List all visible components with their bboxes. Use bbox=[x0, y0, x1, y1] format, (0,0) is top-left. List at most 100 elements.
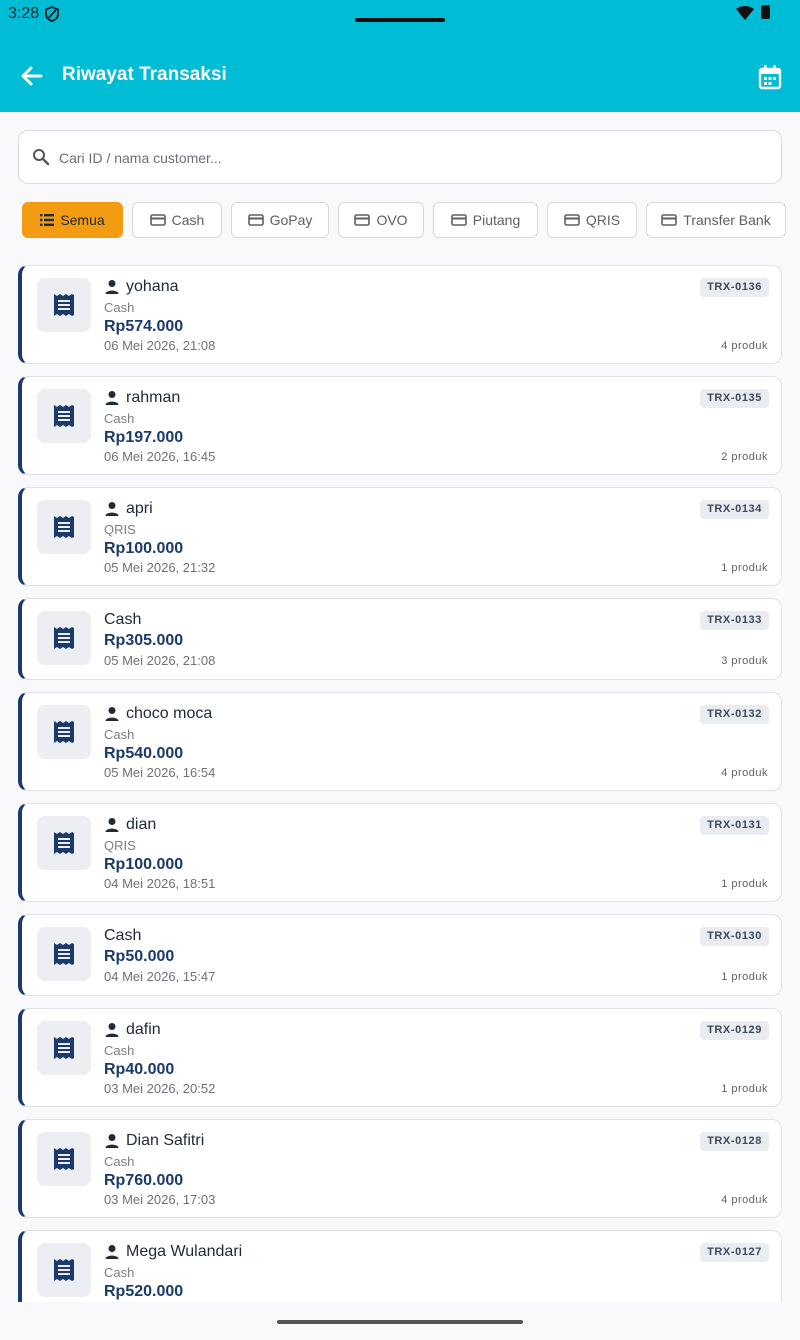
card-icon bbox=[247, 214, 264, 226]
search-input[interactable] bbox=[59, 143, 759, 173]
transaction-id-badge: TRX-0134 bbox=[700, 500, 769, 519]
person-icon bbox=[105, 818, 119, 832]
customer-name: dian bbox=[104, 816, 156, 834]
person-icon bbox=[105, 280, 119, 294]
receipt-icon bbox=[54, 832, 74, 854]
transaction-card[interactable]: Cash Rp50.000 04 Mei 2026, 15:47 TRX-013… bbox=[18, 914, 782, 996]
filter-chip-label: Piutang bbox=[472, 212, 521, 228]
card-icon bbox=[661, 214, 678, 226]
amount: Rp197.000 bbox=[104, 429, 184, 446]
receipt-thumb bbox=[37, 705, 91, 759]
transaction-card[interactable]: yohana Cash Rp574.000 06 Mei 2026, 21:08… bbox=[18, 265, 782, 364]
card-icon bbox=[564, 214, 580, 226]
customer-name: Dian Safitri bbox=[104, 1132, 204, 1150]
filter-chip-row: Semua Cash GoPay OVO Piutang QRIS Transf… bbox=[22, 202, 800, 238]
filter-chip-qris[interactable]: QRIS bbox=[547, 202, 637, 238]
person-icon bbox=[105, 1134, 119, 1148]
transaction-id-badge: TRX-0136 bbox=[700, 278, 769, 297]
customer-name: choco moca bbox=[104, 705, 212, 723]
amount: Rp574.000 bbox=[104, 318, 184, 335]
receipt-thumb bbox=[37, 1132, 91, 1186]
filter-chip-piutang[interactable]: Piutang bbox=[433, 202, 538, 238]
amount: Rp40.000 bbox=[104, 1061, 175, 1078]
filter-chip-ovo[interactable]: OVO bbox=[338, 202, 424, 238]
receipt-icon bbox=[54, 1259, 74, 1281]
filter-chip-gopay[interactable]: GoPay bbox=[231, 202, 329, 238]
transaction-card[interactable]: rahman Cash Rp197.000 06 Mei 2026, 16:45… bbox=[18, 376, 782, 475]
receipt-icon bbox=[54, 627, 74, 649]
transaction-id-badge: TRX-0131 bbox=[700, 816, 769, 835]
payment-method: Cash bbox=[104, 1154, 135, 1169]
amount: Rp100.000 bbox=[104, 540, 184, 557]
receipt-icon bbox=[54, 721, 74, 743]
status-bar: 3:28 bbox=[0, 0, 800, 30]
transaction-date: 06 Mei 2026, 21:08 bbox=[104, 338, 216, 353]
transaction-card[interactable]: choco moca Cash Rp540.000 05 Mei 2026, 1… bbox=[18, 692, 782, 791]
payment-method: Cash bbox=[104, 1265, 135, 1280]
payment-method: Cash bbox=[104, 611, 142, 628]
item-count: 1 produk bbox=[721, 878, 768, 890]
payment-method: Cash bbox=[104, 727, 135, 742]
payment-method: Cash bbox=[104, 927, 142, 944]
item-count: 3 produk bbox=[721, 655, 768, 667]
app-bar: Riwayat Transaksi bbox=[0, 30, 800, 112]
payment-method: QRIS bbox=[104, 522, 136, 537]
transaction-card[interactable]: apri QRIS Rp100.000 05 Mei 2026, 21:32 T… bbox=[18, 487, 782, 586]
receipt-thumb bbox=[37, 927, 91, 981]
amount: Rp540.000 bbox=[104, 745, 184, 762]
amount: Rp760.000 bbox=[104, 1172, 184, 1189]
transaction-date: 05 Mei 2026, 21:32 bbox=[104, 560, 216, 575]
card-icon bbox=[450, 214, 467, 226]
status-time: 3:28 bbox=[8, 5, 40, 22]
transaction-card[interactable]: dian QRIS Rp100.000 04 Mei 2026, 18:51 T… bbox=[18, 803, 782, 902]
item-count: 4 produk bbox=[721, 767, 768, 779]
receipt-thumb bbox=[37, 278, 91, 332]
customer-name: yohana bbox=[104, 278, 179, 296]
transaction-card[interactable]: dafin Cash Rp40.000 03 Mei 2026, 20:52 T… bbox=[18, 1008, 782, 1107]
filter-chip-semua[interactable]: Semua bbox=[22, 202, 123, 238]
gesture-nav-bar[interactable] bbox=[277, 1320, 523, 1324]
search-box[interactable] bbox=[18, 130, 782, 184]
amount: Rp520.000 bbox=[104, 1283, 184, 1300]
arrow-back-icon bbox=[21, 66, 43, 86]
receipt-icon bbox=[54, 943, 74, 965]
transaction-date: 03 Mei 2026, 20:52 bbox=[104, 1081, 216, 1096]
transaction-date: 04 Mei 2026, 18:51 bbox=[104, 876, 216, 891]
receipt-thumb bbox=[37, 816, 91, 870]
page-title: Riwayat Transaksi bbox=[62, 64, 227, 85]
item-count: 1 produk bbox=[721, 562, 768, 574]
transaction-date: 06 Mei 2026, 16:45 bbox=[104, 449, 216, 464]
transaction-date: 03 Mei 2026, 17:03 bbox=[104, 1192, 216, 1207]
receipt-thumb bbox=[37, 500, 91, 554]
receipt-icon bbox=[54, 294, 74, 316]
transaction-card[interactable]: Cash Rp305.000 05 Mei 2026, 21:08 TRX-01… bbox=[18, 598, 782, 680]
transaction-id-badge: TRX-0129 bbox=[700, 1021, 769, 1040]
calendar-button[interactable] bbox=[756, 63, 784, 91]
card-icon bbox=[354, 214, 371, 226]
transaction-date: 05 Mei 2026, 16:54 bbox=[104, 765, 216, 780]
receipt-icon bbox=[54, 405, 74, 427]
filter-chip-cash[interactable]: Cash bbox=[132, 202, 222, 238]
transaction-card[interactable]: Dian Safitri Cash Rp760.000 03 Mei 2026,… bbox=[18, 1119, 782, 1218]
transaction-id-badge: TRX-0135 bbox=[700, 389, 769, 408]
item-count: 1 produk bbox=[721, 971, 768, 983]
transaction-card[interactable]: Mega Wulandari Cash Rp520.000 TRX-0127 bbox=[18, 1230, 782, 1302]
item-count: 4 produk bbox=[721, 1194, 768, 1206]
payment-method: Cash bbox=[104, 1043, 135, 1058]
transaction-date: 04 Mei 2026, 15:47 bbox=[104, 969, 216, 984]
filter-chip-transfer-bank[interactable]: Transfer Bank bbox=[646, 202, 786, 238]
transaction-id-badge: TRX-0130 bbox=[700, 927, 769, 946]
back-button[interactable] bbox=[18, 62, 46, 90]
person-icon bbox=[105, 1245, 119, 1259]
person-icon bbox=[105, 707, 119, 721]
person-icon bbox=[105, 391, 119, 405]
receipt-thumb bbox=[37, 611, 91, 665]
battery-icon bbox=[761, 5, 770, 19]
receipt-icon bbox=[54, 516, 74, 538]
payment-method: Cash bbox=[104, 300, 135, 315]
receipt-icon bbox=[54, 1037, 74, 1059]
transaction-id-badge: TRX-0128 bbox=[700, 1132, 769, 1151]
customer-name: dafin bbox=[104, 1021, 161, 1039]
wifi-icon bbox=[736, 6, 754, 25]
item-count: 1 produk bbox=[721, 1083, 768, 1095]
